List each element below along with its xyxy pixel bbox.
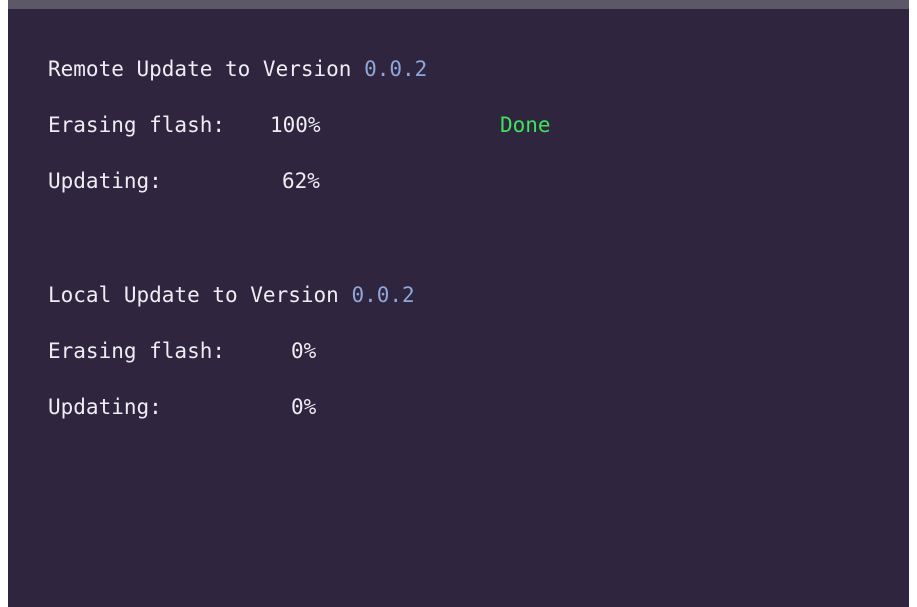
remote-erasing-value: 100% (270, 113, 321, 137)
remote-version-value: 0.0.2 (364, 57, 428, 81)
remote-update-title: Remote Update to Version 0.0.2 (48, 54, 427, 84)
local-updating-label: Updating: (48, 395, 162, 419)
local-update-label: Local Update to Version (48, 283, 339, 307)
local-updating-value: 0% (291, 395, 317, 419)
remote-erasing-label: Erasing flash: (48, 113, 226, 137)
local-version-value: 0.0.2 (351, 283, 415, 307)
remote-update-label: Remote Update to Version (48, 57, 352, 81)
update-screen: Remote Update to Version 0.0.2 Erasing f… (8, 0, 909, 607)
local-erasing-label: Erasing flash: (48, 339, 226, 363)
remote-erasing-status: Done (500, 113, 551, 137)
local-update-title: Local Update to Version 0.0.2 (48, 280, 415, 310)
remote-updating-label: Updating: (48, 169, 162, 193)
remote-updating-value: 62% (282, 169, 320, 193)
top-bar (8, 0, 909, 9)
local-erasing-value: 0% (291, 339, 317, 363)
